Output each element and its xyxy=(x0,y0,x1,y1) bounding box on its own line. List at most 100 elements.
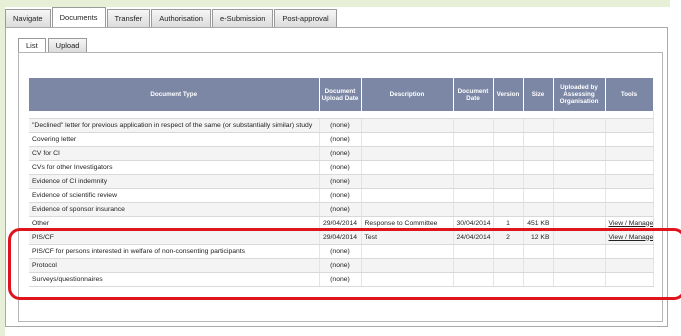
tab-documents[interactable]: Documents xyxy=(51,7,106,27)
cell-version xyxy=(493,244,524,259)
tab-authorisation[interactable]: Authorisation xyxy=(151,9,211,27)
table-row: CV for CI (none) xyxy=(29,146,654,161)
cell-description xyxy=(361,160,454,175)
cell-version xyxy=(493,146,524,161)
cell-upload-date: 29/04/2014 xyxy=(319,230,362,245)
cell-document-date xyxy=(453,258,494,273)
col-header-doc-date: Document Date xyxy=(453,78,494,111)
sub-tab-bar: List Upload xyxy=(18,38,89,52)
cell-document-type: Covering letter xyxy=(29,132,320,147)
tab-navigate[interactable]: Navigate xyxy=(5,9,51,27)
cell-uploaded-by xyxy=(553,202,606,217)
cell-document-type: Evidence of scientific review xyxy=(29,188,320,203)
cell-size xyxy=(523,118,554,133)
cell-tools xyxy=(605,174,654,189)
cell-description xyxy=(361,244,454,259)
view-manage-link[interactable]: View / Manage xyxy=(609,234,653,241)
cell-document-date xyxy=(453,132,494,147)
cell-version xyxy=(493,118,524,133)
table-row: Evidence of sponsor insurance (none) xyxy=(29,202,654,217)
cell-uploaded-by xyxy=(553,146,606,161)
cell-description xyxy=(361,272,454,287)
cell-size xyxy=(523,258,554,273)
cell-upload-date: (none) xyxy=(319,244,362,259)
cell-document-date xyxy=(453,202,494,217)
cell-size xyxy=(523,188,554,203)
subtab-list[interactable]: List xyxy=(18,38,46,52)
cell-document-type: Surveys/questionnaires xyxy=(29,272,320,287)
subtab-upload[interactable]: Upload xyxy=(47,38,88,52)
cell-tools xyxy=(605,258,654,273)
cell-description xyxy=(361,132,454,147)
cell-document-type: "Declined" letter for previous applicati… xyxy=(29,118,320,133)
table-row: Evidence of CI indemnity (none) xyxy=(29,174,654,189)
cell-size xyxy=(523,244,554,259)
cell-document-type: Protocol xyxy=(29,258,320,273)
cell-document-date xyxy=(453,174,494,189)
cell-uploaded-by xyxy=(553,188,606,203)
cell-size xyxy=(523,174,554,189)
table-row: Other 29/04/2014 Response to Committee 30/0… xyxy=(29,216,654,231)
col-header-size: Size xyxy=(523,78,554,111)
cell-tools xyxy=(605,146,654,161)
cell-tools xyxy=(605,188,654,203)
cell-tools xyxy=(605,244,654,259)
cell-uploaded-by xyxy=(553,258,606,273)
cell-upload-date: (none) xyxy=(319,174,362,189)
cell-description xyxy=(361,146,454,161)
cell-size xyxy=(523,202,554,217)
tab-e-submission[interactable]: e-Submission xyxy=(211,9,274,27)
cell-version xyxy=(493,202,524,217)
tab-post-approval[interactable]: Post-approval xyxy=(274,9,337,27)
cell-upload-date: (none) xyxy=(319,132,362,147)
cell-description xyxy=(361,188,454,203)
main-tab-bar: Navigate Documents Transfer Authorisatio… xyxy=(5,7,338,27)
tab-transfer[interactable]: Transfer xyxy=(106,9,151,27)
view-manage-link[interactable]: View / Manage xyxy=(609,220,653,227)
cell-document-date xyxy=(453,118,494,133)
table-row: PIS/CF 29/04/2014 Test 24/04/2014 2 12 KB View… xyxy=(29,230,654,245)
table-row: Surveys/questionnaires (none) xyxy=(29,272,654,287)
cell-document-type: Other xyxy=(29,216,320,231)
cell-upload-date: 29/04/2014 xyxy=(319,216,362,231)
cell-version xyxy=(493,258,524,273)
cell-tools xyxy=(605,272,654,287)
cell-upload-date: (none) xyxy=(319,272,362,287)
cell-version xyxy=(493,188,524,203)
table-row: PIS/CF for persons interested in welfare… xyxy=(29,244,654,259)
cell-upload-date: (none) xyxy=(319,160,362,175)
cell-tools xyxy=(605,202,654,217)
cell-size: 12 KB xyxy=(523,230,554,245)
cell-description xyxy=(361,258,454,273)
cell-uploaded-by xyxy=(553,230,606,245)
cell-version: 1 xyxy=(493,216,524,231)
cell-description xyxy=(361,174,454,189)
col-header-type: Document Type xyxy=(29,78,320,111)
col-header-version: Version xyxy=(493,78,524,111)
col-header-upload-date: Document Upload Date xyxy=(319,78,362,111)
cell-tools: View / Manage xyxy=(605,230,654,245)
cell-size xyxy=(523,132,554,147)
cell-uploaded-by xyxy=(553,132,606,147)
cell-description: Response to Committee xyxy=(361,216,454,231)
cell-uploaded-by xyxy=(553,174,606,189)
cell-document-type: CVs for other Investigators xyxy=(29,160,320,175)
cell-document-date xyxy=(453,188,494,203)
cell-uploaded-by xyxy=(553,216,606,231)
col-header-uploaded-by: Uploaded by Assessing Organisation xyxy=(553,78,606,111)
cell-tools xyxy=(605,132,654,147)
table-row: "Declined" letter for previous applicati… xyxy=(29,118,654,133)
cell-document-type: PIS/CF xyxy=(29,230,320,245)
cell-upload-date: (none) xyxy=(319,118,362,133)
cell-document-date: 30/04/2014 xyxy=(453,216,494,231)
table-spacer-row xyxy=(29,111,654,119)
cell-version xyxy=(493,272,524,287)
cell-size xyxy=(523,272,554,287)
table-row: Covering letter (none) xyxy=(29,132,654,147)
cell-version: 2 xyxy=(493,230,524,245)
cell-upload-date: (none) xyxy=(319,202,362,217)
cell-upload-date: (none) xyxy=(319,146,362,161)
cell-document-type: CV for CI xyxy=(29,146,320,161)
cell-document-date: 24/04/2014 xyxy=(453,230,494,245)
col-header-tools: Tools xyxy=(605,78,654,111)
